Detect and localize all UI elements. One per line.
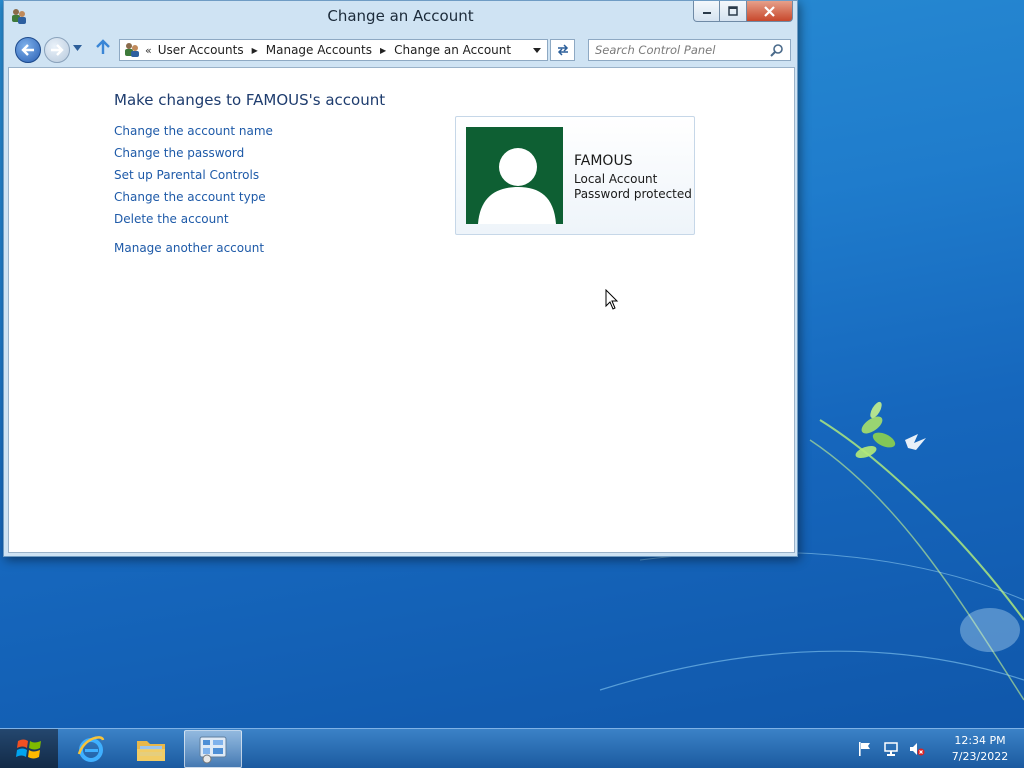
manage-another-account-link[interactable]: Manage another account xyxy=(114,240,273,262)
speaker-muted-icon xyxy=(910,743,925,756)
delete-account-link[interactable]: Delete the account xyxy=(114,211,273,233)
back-button[interactable] xyxy=(15,37,41,63)
back-arrow-icon xyxy=(21,44,34,56)
taskbar: 12:34 PM 7/23/2022 xyxy=(0,728,1024,768)
address-dropdown-button[interactable] xyxy=(527,40,547,60)
control-panel-icon xyxy=(125,43,139,57)
forward-arrow-icon xyxy=(51,44,64,56)
close-icon xyxy=(764,5,775,17)
mouse-cursor-icon xyxy=(605,289,619,310)
chevron-down-icon xyxy=(73,45,82,51)
user-silhouette-icon xyxy=(478,148,556,224)
change-account-name-link[interactable]: Change the account name xyxy=(114,123,273,145)
task-links-list: Change the account name Change the passw… xyxy=(114,123,273,262)
network-icon xyxy=(884,742,898,756)
internet-explorer-taskbar-button[interactable] xyxy=(62,730,120,768)
up-button[interactable] xyxy=(96,39,110,60)
maximize-icon xyxy=(728,6,738,16)
file-explorer-taskbar-button[interactable] xyxy=(122,730,180,768)
search-input[interactable] xyxy=(589,40,765,60)
breadcrumb-overflow-icon[interactable]: « xyxy=(145,44,152,57)
action-center-button[interactable] xyxy=(856,740,874,758)
system-tray: 12:34 PM 7/23/2022 xyxy=(856,729,1024,768)
refresh-icon xyxy=(557,44,568,56)
bird-decoration xyxy=(905,434,926,450)
search-icon[interactable] xyxy=(770,43,784,57)
leaf-decoration xyxy=(855,401,896,459)
up-arrow-icon xyxy=(96,39,110,54)
breadcrumb-separator-icon[interactable]: ▶ xyxy=(380,46,386,55)
content-pane: Make changes to FAMOUS's account Change … xyxy=(8,67,795,553)
minimize-icon xyxy=(702,12,711,14)
page-title: Make changes to FAMOUS's account xyxy=(114,91,386,109)
parental-controls-link[interactable]: Set up Parental Controls xyxy=(114,167,273,189)
recent-pages-dropdown[interactable] xyxy=(73,43,82,54)
close-button[interactable] xyxy=(747,1,793,22)
title-bar[interactable]: Change an Account xyxy=(4,1,797,33)
refresh-button[interactable] xyxy=(550,39,575,61)
folder-icon xyxy=(137,741,165,761)
control-panel-icon xyxy=(199,736,227,764)
forward-button[interactable] xyxy=(44,37,70,63)
window-controls xyxy=(693,1,793,22)
breadcrumb-user-accounts[interactable]: User Accounts xyxy=(158,43,244,57)
navigation-bar: « User Accounts ▶ Manage Accounts ▶ Chan… xyxy=(4,33,797,67)
start-button[interactable] xyxy=(0,729,58,768)
change-account-window: Change an Account « User Accounts ▶ Mana… xyxy=(3,0,798,557)
search-box xyxy=(588,39,791,61)
account-name: FAMOUS xyxy=(574,153,633,169)
maximize-button[interactable] xyxy=(720,1,747,22)
minimize-button[interactable] xyxy=(693,1,720,22)
clock-time: 12:34 PM xyxy=(954,734,1006,747)
clock-date: 7/23/2022 xyxy=(951,750,1009,763)
clock[interactable]: 12:34 PM 7/23/2022 xyxy=(940,733,1020,765)
breadcrumb-change-account[interactable]: Change an Account xyxy=(394,43,511,57)
network-button[interactable] xyxy=(882,740,900,758)
control-panel-taskbar-button[interactable] xyxy=(184,730,242,768)
change-password-link[interactable]: Change the password xyxy=(114,145,273,167)
account-type: Local Account xyxy=(574,172,658,186)
window-title: Change an Account xyxy=(327,7,474,25)
account-tile: FAMOUS Local Account Password protected xyxy=(455,116,695,235)
internet-explorer-icon xyxy=(77,736,105,762)
breadcrumb-manage-accounts[interactable]: Manage Accounts xyxy=(266,43,372,57)
breadcrumb-separator-icon[interactable]: ▶ xyxy=(252,46,258,55)
change-account-type-link[interactable]: Change the account type xyxy=(114,189,273,211)
avatar xyxy=(466,127,563,224)
address-bar[interactable]: « User Accounts ▶ Manage Accounts ▶ Chan… xyxy=(119,39,548,61)
chevron-down-icon xyxy=(533,47,541,53)
flag-icon xyxy=(859,742,870,756)
account-password-status: Password protected xyxy=(574,187,692,201)
windows-logo-icon xyxy=(16,739,41,759)
volume-button[interactable] xyxy=(908,740,926,758)
